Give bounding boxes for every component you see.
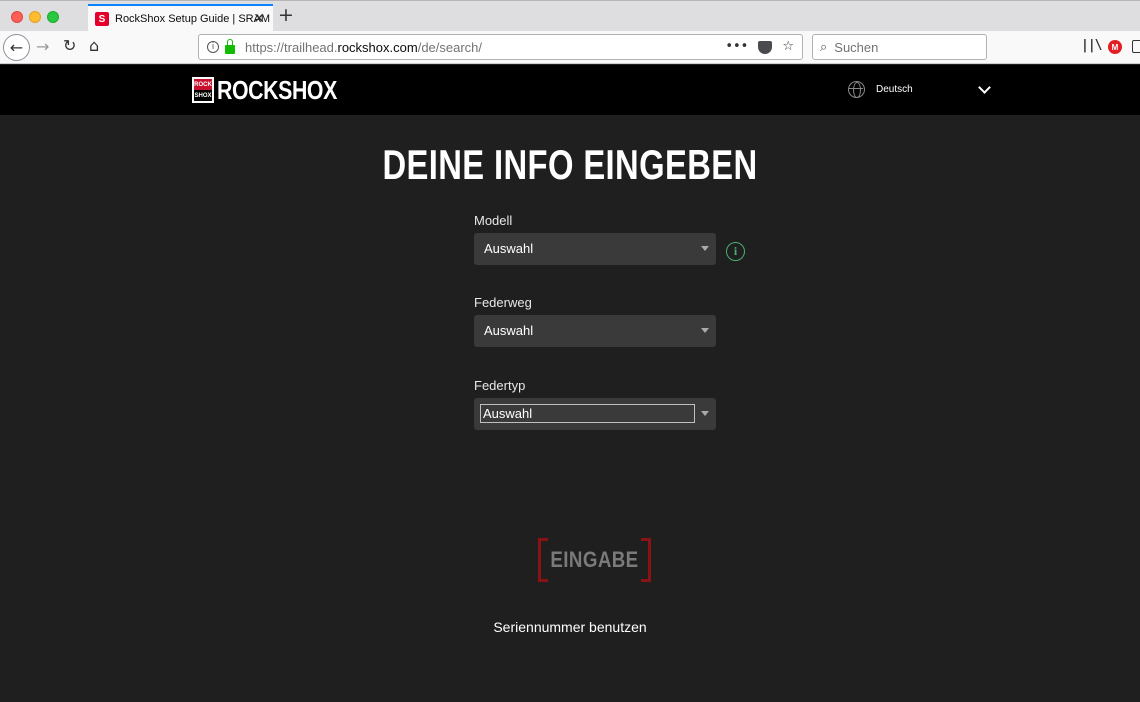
bookmark-star-icon[interactable]: ☆: [782, 39, 794, 54]
library-icon[interactable]: ||\: [1081, 38, 1103, 53]
spring-type-select[interactable]: Auswahl: [474, 398, 716, 430]
chevron-down-icon[interactable]: [978, 81, 991, 94]
close-window-button[interactable]: [11, 11, 23, 23]
sram-favicon-icon: S: [95, 12, 109, 26]
new-tab-button[interactable]: +: [278, 4, 294, 26]
logo-badge: ROCK SHOX: [192, 77, 214, 103]
rockshox-logo[interactable]: ROCK SHOX ROCKSHOX: [192, 77, 363, 103]
caret-down-icon: [701, 328, 709, 333]
travel-label: Federweg: [474, 295, 532, 310]
site-info-icon[interactable]: i: [207, 41, 219, 53]
submit-button[interactable]: EINGABE: [538, 538, 651, 582]
use-serial-number-link[interactable]: Seriennummer benutzen: [0, 619, 1140, 635]
reload-icon[interactable]: ↻: [63, 36, 76, 55]
browser-search-input[interactable]: ⌕ Suchen: [812, 34, 987, 60]
url-actions: ••• ☆: [725, 39, 794, 54]
tab-title: RockShox Setup Guide | SRAM: [115, 13, 271, 25]
maximize-window-button[interactable]: [47, 11, 59, 23]
page-actions-icon[interactable]: •••: [725, 39, 748, 54]
extension-icon[interactable]: M: [1108, 40, 1122, 54]
logo-text: ROCKSHOX: [217, 75, 337, 105]
site-header: ROCK SHOX ROCKSHOX Deutsch: [0, 65, 1140, 115]
forward-arrow-icon[interactable]: →: [36, 37, 49, 56]
pocket-icon[interactable]: [758, 41, 773, 54]
caret-down-icon: [701, 411, 709, 416]
back-arrow-icon[interactable]: ←: [3, 34, 30, 61]
home-icon[interactable]: ⌂: [89, 36, 99, 55]
url-bar[interactable]: i https://trailhead.rockshox.com/de/sear…: [198, 34, 803, 60]
search-placeholder: Suchen: [834, 39, 879, 55]
spring-type-label: Federtyp: [474, 378, 526, 393]
globe-icon: [848, 81, 865, 98]
travel-select[interactable]: Auswahl: [474, 315, 716, 347]
page-title: DEINE INFO EINGEBEN: [382, 141, 758, 188]
browser-nav-bar: ← → ↻ ⌂ i https://trailhead.rockshox.com…: [0, 31, 1140, 64]
lock-icon: [225, 38, 235, 54]
info-icon[interactable]: i: [726, 242, 745, 261]
minimize-window-button[interactable]: [29, 11, 41, 23]
model-label: Modell: [474, 213, 513, 228]
search-icon: ⌕: [820, 39, 828, 55]
browser-tab[interactable]: S RockShox Setup Guide | SRAM ✕: [88, 4, 273, 32]
language-selector[interactable]: Deutsch: [876, 84, 913, 95]
browser-tab-bar: S RockShox Setup Guide | SRAM ✕ +: [0, 0, 1140, 32]
tab-close-icon[interactable]: ✕: [253, 11, 265, 27]
caret-down-icon: [701, 246, 709, 251]
url-text[interactable]: https://trailhead.rockshox.com/de/search…: [245, 40, 482, 55]
sidebar-icon[interactable]: [1132, 40, 1140, 53]
main-content: DEINE INFO EINGEBEN Modell Auswahl i Fed…: [0, 115, 1140, 702]
model-select[interactable]: Auswahl: [474, 233, 716, 265]
